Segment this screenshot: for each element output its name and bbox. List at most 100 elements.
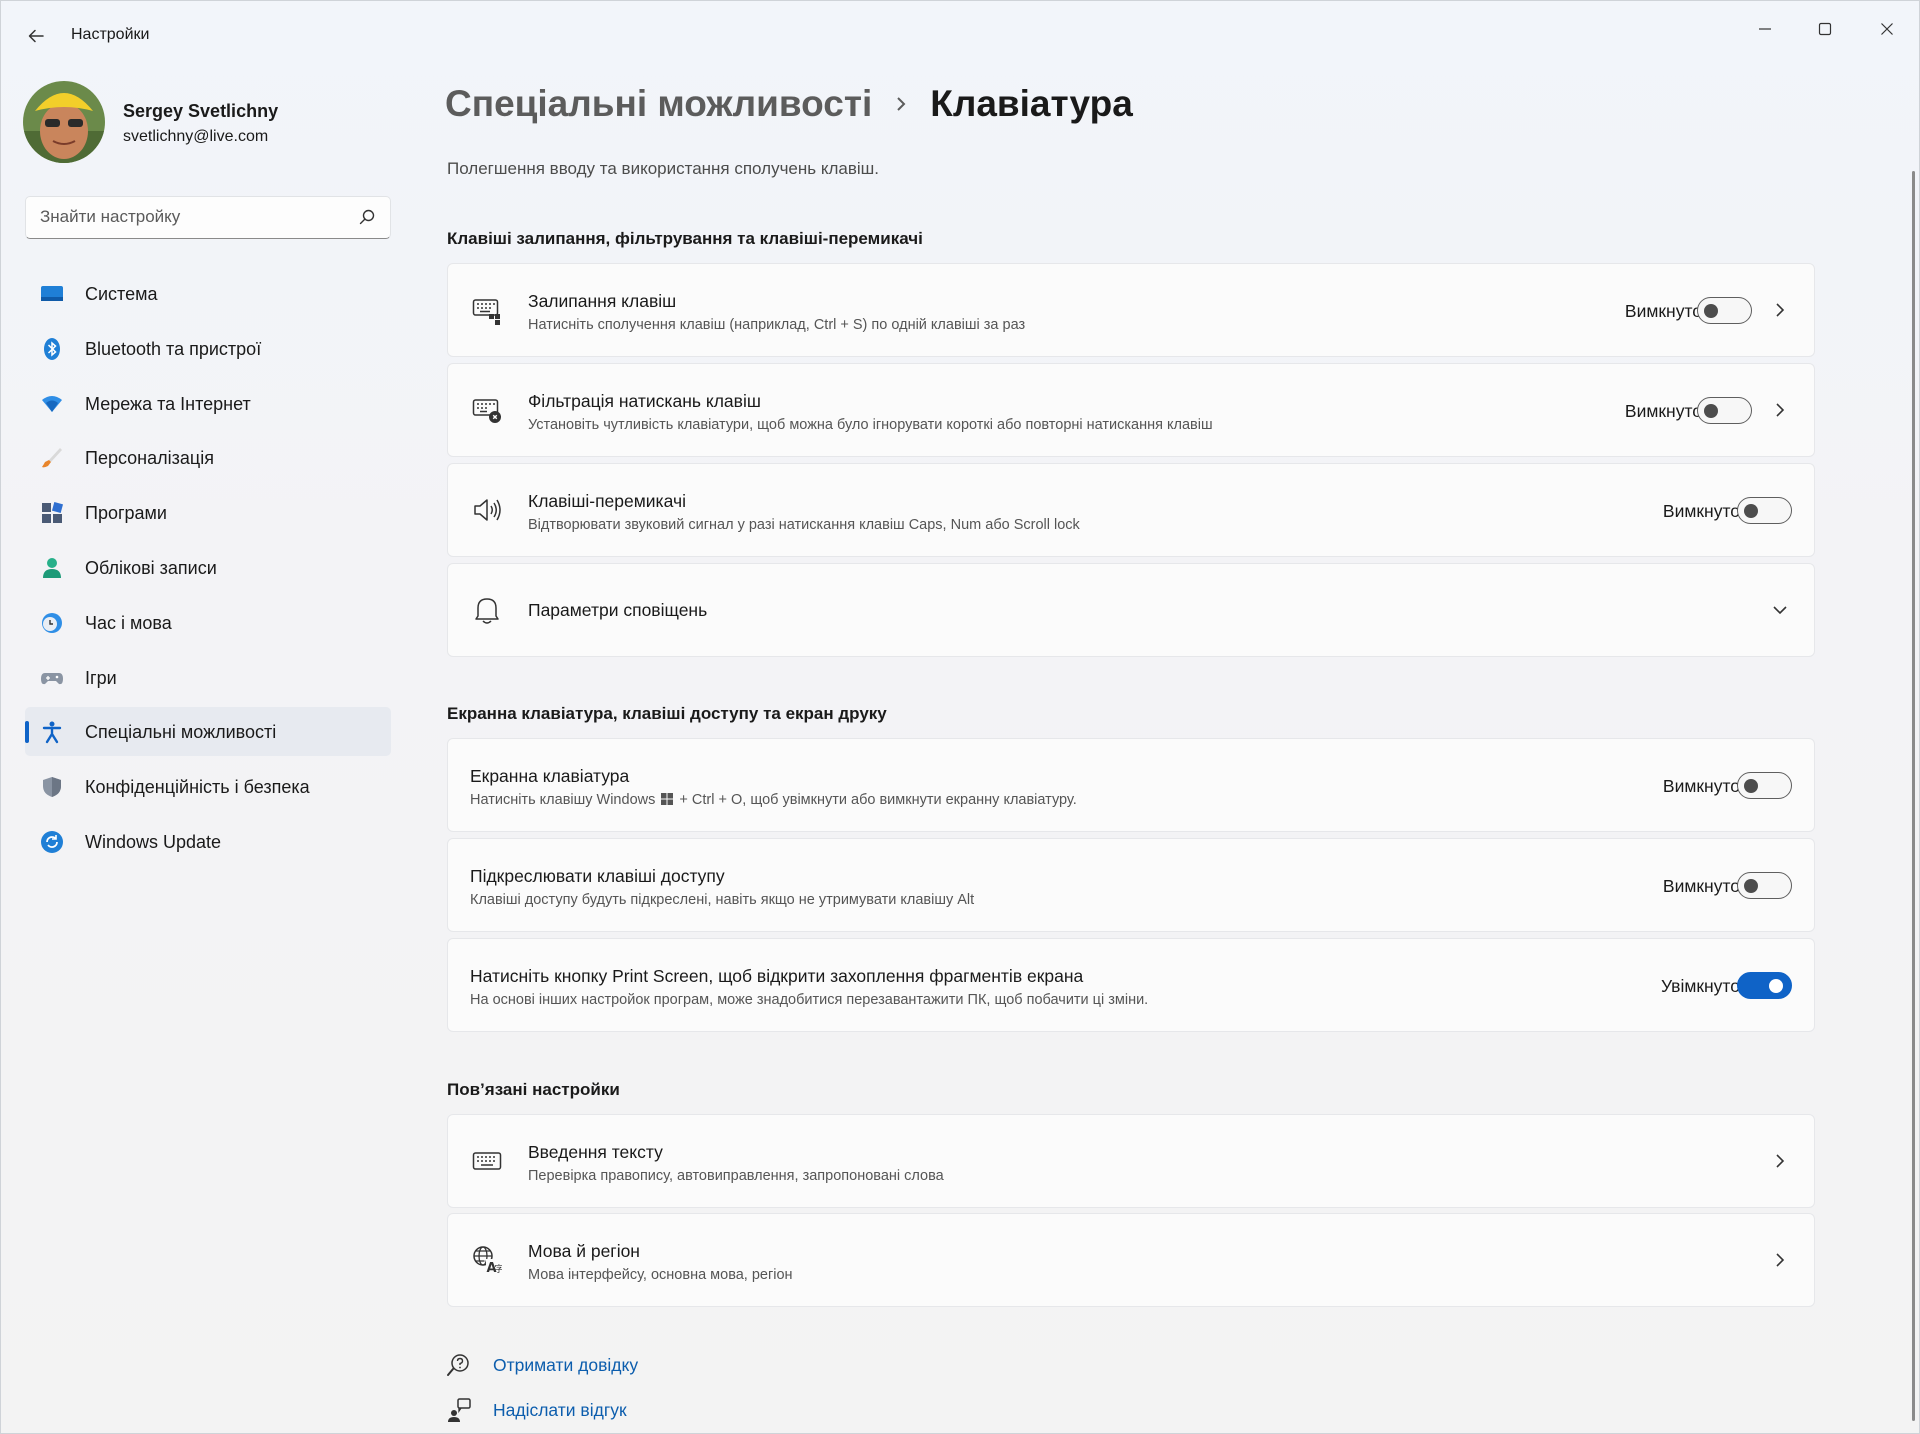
sidebar-item-label: Програми xyxy=(85,503,167,524)
search-box[interactable] xyxy=(25,196,391,239)
app-title: Настройки xyxy=(71,26,150,43)
brush-icon xyxy=(39,445,65,471)
language-icon: A字 xyxy=(470,1243,504,1277)
sidebar-item-accessibility[interactable]: Спеціальні можливості xyxy=(25,707,391,757)
shield-icon xyxy=(39,774,65,800)
chevron-right-icon xyxy=(894,95,908,113)
row-subtitle: Мова інтерфейсу, основна мова, регіон xyxy=(528,1267,793,1283)
profile-name: Sergey Svetlichny xyxy=(123,101,279,121)
settings-window: Настройки Sergey Svetlichny svetlichny@l… xyxy=(0,0,1920,1434)
active-indicator xyxy=(25,721,29,744)
avatar xyxy=(23,81,105,163)
toggle-keys-row[interactable]: Клавіші-перемикачі Відтворювати звуковий… xyxy=(447,463,1815,557)
search-icon[interactable] xyxy=(358,208,376,231)
row-title: Введення тексту xyxy=(528,1142,663,1162)
row-title: Клавіші-перемикачі xyxy=(528,491,686,511)
bell-icon xyxy=(470,593,504,627)
sidebar-item-windows-update[interactable]: Windows Update xyxy=(25,817,391,866)
toggle-state-label: Вимкнуто xyxy=(1662,876,1740,896)
minimize-button[interactable] xyxy=(1735,9,1795,49)
filter-keys-icon xyxy=(470,393,504,427)
toggle-knob xyxy=(1769,978,1783,993)
help-icon xyxy=(445,1351,473,1379)
sidebar-item-label: Спеціальні можливості xyxy=(85,722,277,743)
sidebar-item-system[interactable]: Система xyxy=(25,269,391,318)
user-profile[interactable]: Sergey Svetlichny svetlichny@live.com xyxy=(23,81,393,167)
section-title: Клавіші залипання, фільтрування та клаві… xyxy=(447,229,923,248)
bluetooth-icon xyxy=(39,336,65,362)
sidebar-item-label: Облікові записи xyxy=(85,557,217,578)
print-screen-toggle[interactable] xyxy=(1737,972,1792,999)
underline-access-keys-row[interactable]: Підкреслювати клавіші доступу Клавіші до… xyxy=(447,838,1815,932)
close-button[interactable] xyxy=(1857,9,1917,49)
toggle-state-label: Вимкнуто xyxy=(1662,776,1740,796)
row-subtitle: На основі інших настройок програм, може … xyxy=(470,992,1149,1008)
toggle-state-label: Увімкнуто xyxy=(1661,976,1740,996)
sidebar-item-accounts[interactable]: Облікові записи xyxy=(25,543,391,592)
sidebar-item-bluetooth[interactable]: Bluetooth та пристрої xyxy=(25,324,391,373)
close-icon xyxy=(1881,23,1893,35)
chevron-right-icon[interactable] xyxy=(1770,1250,1790,1270)
toggle-knob xyxy=(1744,778,1758,793)
sidebar-item-label: Система xyxy=(85,284,158,304)
print-screen-row[interactable]: Натисніть кнопку Print Screen, щоб відкр… xyxy=(447,938,1815,1032)
row-subtitle-part: + Ctrl + O, щоб увімкнути або вимкнути е… xyxy=(679,792,1077,808)
chevron-right-icon[interactable] xyxy=(1770,400,1790,420)
breadcrumb-parent[interactable]: Спеціальні можливості xyxy=(445,83,872,125)
onscreen-keyboard-toggle[interactable] xyxy=(1737,772,1792,799)
sidebar-item-privacy[interactable]: Конфіденційність і безпека xyxy=(25,762,391,811)
filter-keys-toggle[interactable] xyxy=(1697,397,1752,424)
sidebar-item-gaming[interactable]: Ігри xyxy=(25,653,391,702)
maximize-icon xyxy=(1818,22,1832,36)
profile-email: svetlichny@live.com xyxy=(123,128,269,145)
onscreen-keyboard-row[interactable]: Екранна клавіатура Натисніть клавішу Win… xyxy=(447,738,1815,832)
sidebar-nav: Система Bluetooth та пристрої Мережа та … xyxy=(25,269,391,872)
toggle-keys-toggle[interactable] xyxy=(1737,497,1792,524)
sidebar-item-label: Конфіденційність і безпека xyxy=(85,777,310,798)
toggle-knob xyxy=(1744,878,1758,893)
language-region-row[interactable]: A字 Мова й регіон Мова інтерфейсу, основн… xyxy=(447,1213,1815,1307)
send-feedback-label[interactable]: Надіслати відгук xyxy=(493,1400,627,1421)
sidebar-item-time-language[interactable]: Час і мова xyxy=(25,598,391,647)
row-title: Фільтрація натискань клавіш xyxy=(528,391,761,411)
person-icon xyxy=(39,555,65,581)
filter-keys-row[interactable]: Фільтрація натискань клавіш Установіть ч… xyxy=(447,363,1815,457)
row-title: Мова й регіон xyxy=(528,1241,640,1261)
notification-options-row[interactable]: Параметри сповіщень xyxy=(447,563,1815,657)
row-subtitle: Відтворювати звуковий сигнал у разі нати… xyxy=(528,517,1080,533)
accessibility-icon xyxy=(39,719,65,745)
sticky-keys-toggle[interactable] xyxy=(1697,297,1752,324)
search-input[interactable] xyxy=(40,207,340,227)
breadcrumb: Спеціальні можливості Клавіатура xyxy=(445,83,1133,125)
arrow-left-icon xyxy=(28,29,44,43)
get-help-label[interactable]: Отримати довідку xyxy=(493,1355,638,1376)
typing-row[interactable]: Введення тексту Перевірка правопису, авт… xyxy=(447,1114,1815,1208)
sidebar-item-label: Персоналізація xyxy=(85,448,214,469)
back-button[interactable] xyxy=(19,19,53,53)
chevron-down-icon[interactable] xyxy=(1770,600,1790,620)
row-subtitle: Натисніть сполучення клавіш (наприклад, … xyxy=(528,317,1026,333)
sidebar-item-label: Час і мова xyxy=(85,612,172,633)
sticky-keys-row[interactable]: Залипання клавіш Натисніть сполучення кл… xyxy=(447,263,1815,357)
sticky-keys-icon xyxy=(470,293,504,327)
send-feedback-link[interactable]: Надіслати відгук xyxy=(445,1394,627,1426)
keyboard-icon xyxy=(470,1144,504,1178)
row-title: Натисніть кнопку Print Screen, щоб відкр… xyxy=(470,966,1084,986)
maximize-button[interactable] xyxy=(1795,9,1855,49)
sidebar-item-network[interactable]: Мережа та Інтернет xyxy=(25,379,391,428)
toggle-state-label: Вимкнуто xyxy=(1662,501,1740,521)
row-title: Залипання клавіш xyxy=(528,291,677,311)
toggle-knob xyxy=(1704,403,1718,418)
sidebar-item-personalization[interactable]: Персоналізація xyxy=(25,433,391,482)
minimize-icon xyxy=(1759,28,1771,30)
get-help-link[interactable]: Отримати довідку xyxy=(445,1349,638,1381)
feedback-icon xyxy=(445,1396,473,1424)
sidebar-item-label: Bluetooth та пристрої xyxy=(85,338,262,359)
chevron-right-icon[interactable] xyxy=(1770,1151,1790,1171)
chevron-right-icon[interactable] xyxy=(1770,300,1790,320)
wifi-icon xyxy=(39,391,65,417)
sidebar-item-apps[interactable]: Програми xyxy=(25,488,391,537)
scrollbar[interactable] xyxy=(1912,171,1915,1421)
underline-access-keys-toggle[interactable] xyxy=(1737,872,1792,899)
section-title: Екранна клавіатура, клавіші доступу та е… xyxy=(447,704,887,723)
